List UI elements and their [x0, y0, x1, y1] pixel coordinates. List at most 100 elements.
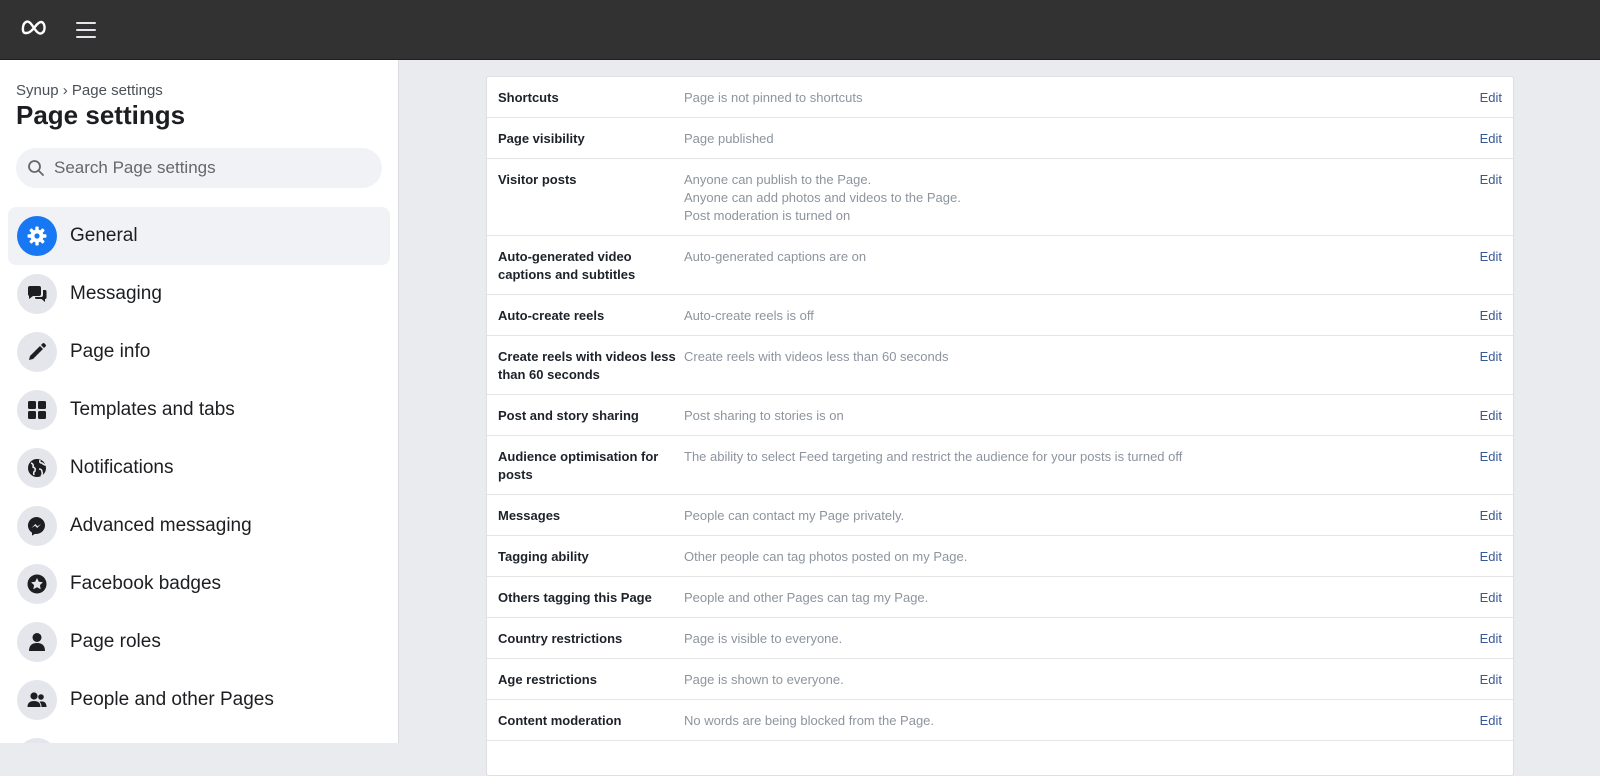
- settings-list: Shortcuts Page is not pinned to shortcut…: [486, 76, 1514, 776]
- edit-link[interactable]: Edit: [1480, 712, 1502, 730]
- row-label: Shortcuts: [498, 90, 559, 105]
- people-icon: [17, 680, 57, 720]
- settings-row-messages: Messages People can contact my Page priv…: [487, 495, 1513, 536]
- settings-row-shortcuts: Shortcuts Page is not pinned to shortcut…: [487, 77, 1513, 118]
- edit-link[interactable]: Edit: [1480, 548, 1502, 566]
- sidebar-item-label: Page info: [70, 341, 151, 362]
- sidebar-item-messaging[interactable]: Messaging: [8, 265, 390, 323]
- row-value: Create reels with videos less than 60 se…: [684, 349, 949, 364]
- sidebar-item-label: General: [70, 225, 138, 246]
- edit-link[interactable]: Edit: [1480, 507, 1502, 525]
- row-value: Page is not pinned to shortcuts: [684, 90, 863, 105]
- row-label: Auto-create reels: [498, 308, 605, 323]
- row-label: Visitor posts: [498, 172, 577, 187]
- sidebar-item-page-roles[interactable]: Page roles: [8, 613, 390, 671]
- edit-link[interactable]: Edit: [1480, 348, 1502, 366]
- search-icon: [28, 160, 44, 176]
- row-value: Page published: [684, 131, 774, 146]
- sidebar-item-general[interactable]: General: [8, 207, 390, 265]
- settings-row-audience-optimisation: Audience optimisation for posts The abil…: [487, 436, 1513, 495]
- row-label: Others tagging this Page: [498, 590, 652, 605]
- sidebar-item-label: Facebook badges: [70, 573, 222, 594]
- breadcrumb-current: Page settings: [71, 82, 163, 99]
- row-value: Auto-generated captions are on: [684, 249, 867, 264]
- settings-row-visitor-posts: Visitor posts Anyone can publish to the …: [487, 159, 1513, 236]
- row-label: Audience optimisation for posts: [498, 449, 659, 482]
- row-label: Post and story sharing: [498, 408, 639, 423]
- row-value: Anyone can publish to the Page. Anyone c…: [684, 172, 961, 223]
- breadcrumb-separator: ›: [58, 82, 72, 99]
- breadcrumb-parent-link[interactable]: Synup: [16, 82, 59, 99]
- settings-row-content-moderation: Content moderation No words are being bl…: [487, 700, 1513, 741]
- hamburger-menu-icon[interactable]: [76, 20, 98, 40]
- main-content: Shortcuts Page is not pinned to shortcut…: [400, 60, 1600, 776]
- edit-link[interactable]: Edit: [1480, 89, 1502, 107]
- sidebar-item-people-and-other-pages[interactable]: People and other Pages: [8, 671, 390, 729]
- page-title: Page settings: [16, 100, 186, 130]
- settings-row-auto-captions: Auto-generated video captions and subtit…: [487, 236, 1513, 295]
- sidebar-item-label: Messaging: [70, 283, 162, 304]
- settings-nav: General Messaging Page info Templates an…: [8, 207, 390, 743]
- row-label: Create reels with videos less than 60 se…: [498, 349, 676, 382]
- settings-row-post-story-sharing: Post and story sharing Post sharing to s…: [487, 395, 1513, 436]
- pencil-icon: [17, 332, 57, 372]
- partial-nav-icon: [17, 738, 57, 743]
- top-bar: [0, 0, 1600, 60]
- edit-link[interactable]: Edit: [1480, 248, 1502, 266]
- edit-link[interactable]: Edit: [1480, 307, 1502, 325]
- sidebar: Synup › Page settings Page settings Gene…: [0, 60, 399, 743]
- settings-row-age-restrictions: Age restrictions Page is shown to everyo…: [487, 659, 1513, 700]
- row-label: Country restrictions: [498, 631, 623, 646]
- settings-row-create-reels: Create reels with videos less than 60 se…: [487, 336, 1513, 395]
- row-value: No words are being blocked from the Page…: [684, 713, 935, 728]
- chat-bubbles-icon: [17, 274, 57, 314]
- row-label: Page visibility: [498, 131, 585, 146]
- sidebar-item-label: Advanced messaging: [70, 515, 252, 536]
- person-icon: [17, 622, 57, 662]
- row-value: The ability to select Feed targeting and…: [684, 449, 1183, 464]
- edit-link[interactable]: Edit: [1480, 448, 1502, 466]
- row-label: Messages: [498, 508, 561, 523]
- sidebar-item-label: Templates and tabs: [70, 399, 235, 420]
- row-value: Page is visible to everyone.: [684, 631, 843, 646]
- edit-link[interactable]: Edit: [1480, 671, 1502, 689]
- edit-link[interactable]: Edit: [1480, 407, 1502, 425]
- gear-icon: [17, 216, 57, 256]
- row-label: Age restrictions: [498, 672, 597, 687]
- search-box[interactable]: [16, 148, 382, 188]
- globe-icon: [17, 448, 57, 488]
- sidebar-item-label: Notifications: [70, 457, 174, 478]
- row-value: Other people can tag photos posted on my…: [684, 549, 968, 564]
- settings-row-others-tagging: Others tagging this Page People and othe…: [487, 577, 1513, 618]
- row-value: People and other Pages can tag my Page.: [684, 590, 929, 605]
- edit-link[interactable]: Edit: [1480, 171, 1502, 189]
- sidebar-item-label: People and other Pages: [70, 689, 274, 710]
- settings-row-country-restrictions: Country restrictions Page is visible to …: [487, 618, 1513, 659]
- sidebar-item-advanced-messaging[interactable]: Advanced messaging: [8, 497, 390, 555]
- search-input[interactable]: [54, 148, 374, 188]
- sidebar-item-templates-and-tabs[interactable]: Templates and tabs: [8, 381, 390, 439]
- sidebar-item-partial[interactable]: [8, 729, 390, 743]
- row-value: Page is shown to everyone.: [684, 672, 844, 687]
- row-label: Tagging ability: [498, 549, 589, 564]
- row-value: Auto-create reels is off: [684, 308, 814, 323]
- sidebar-item-notifications[interactable]: Notifications: [8, 439, 390, 497]
- messenger-icon: [17, 506, 57, 546]
- meta-logo-icon[interactable]: [21, 17, 47, 39]
- sidebar-item-page-info[interactable]: Page info: [8, 323, 390, 381]
- settings-row-tagging-ability: Tagging ability Other people can tag pho…: [487, 536, 1513, 577]
- row-value: People can contact my Page privately.: [684, 508, 905, 523]
- edit-link[interactable]: Edit: [1480, 630, 1502, 648]
- grid-icon: [17, 390, 57, 430]
- sidebar-item-facebook-badges[interactable]: Facebook badges: [8, 555, 390, 613]
- edit-link[interactable]: Edit: [1480, 589, 1502, 607]
- settings-row-auto-create-reels: Auto-create reels Auto-create reels is o…: [487, 295, 1513, 336]
- settings-row-page-visibility: Page visibility Page published Edit: [487, 118, 1513, 159]
- row-label: Content moderation: [498, 713, 622, 728]
- star-badge-icon: [17, 564, 57, 604]
- row-label: Auto-generated video captions and subtit…: [498, 249, 636, 282]
- edit-link[interactable]: Edit: [1480, 130, 1502, 148]
- row-value: Post sharing to stories is on: [684, 408, 844, 423]
- sidebar-item-label: Page roles: [70, 631, 161, 652]
- breadcrumb: Synup › Page settings: [16, 82, 163, 99]
